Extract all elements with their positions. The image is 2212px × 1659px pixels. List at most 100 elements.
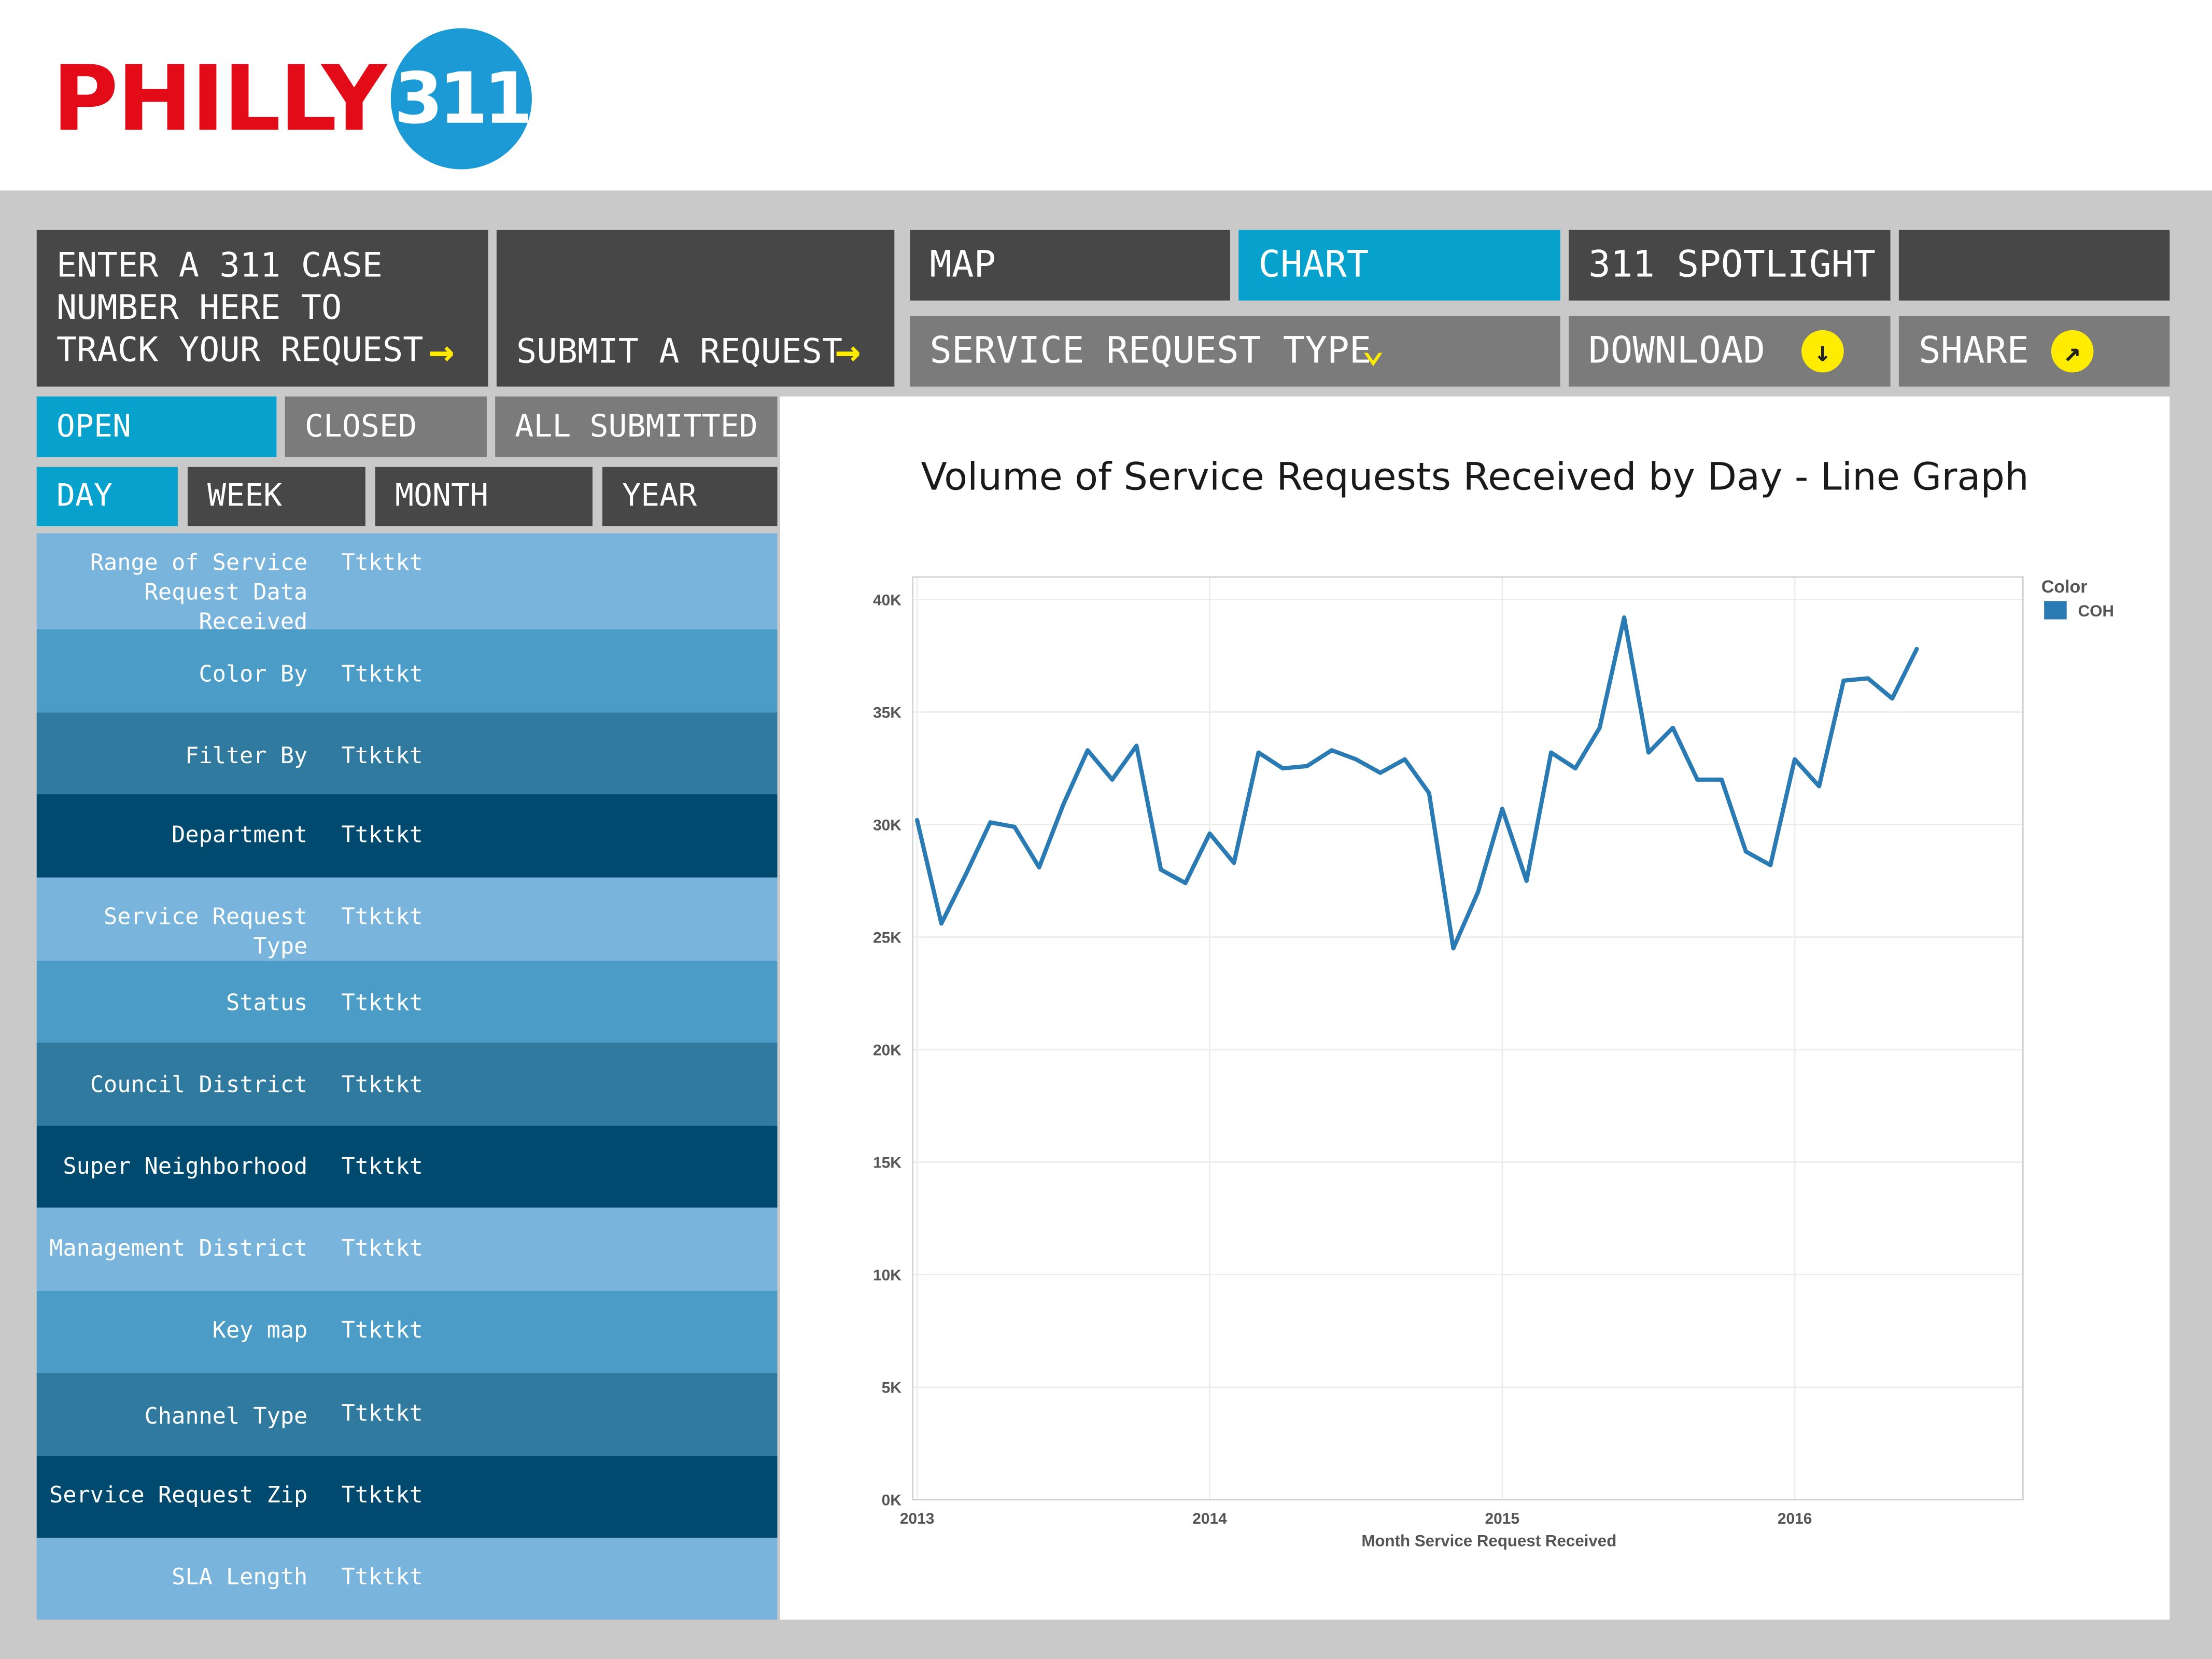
tab-closed-label: CLOSED bbox=[304, 409, 417, 445]
grid-layer bbox=[912, 577, 2023, 1501]
data-point[interactable] bbox=[1866, 676, 1870, 681]
data-point[interactable] bbox=[1403, 757, 1407, 762]
filter-row-range[interactable]: Range of Service Request Data Received T… bbox=[36, 533, 778, 635]
header: PHILLY 311 bbox=[0, 0, 2212, 191]
filter-value: Ttktkt bbox=[341, 821, 423, 848]
y-tick-label: 15K bbox=[873, 1155, 901, 1172]
tab-open[interactable]: OPEN bbox=[36, 396, 277, 457]
filter-row-management-district[interactable]: Management District Ttktkt bbox=[36, 1207, 778, 1291]
data-point[interactable] bbox=[1110, 777, 1115, 782]
filter-row-super-neighborhood[interactable]: Super Neighborhood Ttktkt bbox=[36, 1126, 778, 1208]
data-point[interactable] bbox=[1841, 678, 1846, 683]
filter-row-service-request-zip[interactable]: Service Request Zip Ttktkt bbox=[36, 1456, 778, 1538]
filter-row-filter-by[interactable]: Filter By Ttktkt bbox=[36, 712, 778, 795]
y-tick-label: 5K bbox=[882, 1380, 902, 1397]
y-tick-label: 25K bbox=[873, 929, 901, 946]
data-point[interactable] bbox=[1695, 777, 1700, 782]
data-point[interactable] bbox=[1573, 766, 1577, 770]
data-point[interactable] bbox=[1086, 748, 1090, 753]
data-point[interactable] bbox=[1768, 863, 1773, 867]
line-chart: 0K5K10K15K20K25K30K35K40K 2013 2014 2015 20… bbox=[873, 576, 2114, 1550]
y-tick-label: 0K bbox=[882, 1492, 902, 1509]
data-point[interactable] bbox=[1134, 743, 1139, 748]
data-point[interactable] bbox=[1330, 748, 1334, 753]
tab-map[interactable]: MAP bbox=[910, 230, 1230, 301]
filter-row-status[interactable]: Status Ttktkt bbox=[36, 961, 778, 1043]
data-point[interactable] bbox=[1159, 867, 1163, 872]
data-point[interactable] bbox=[1890, 696, 1894, 701]
data-point[interactable] bbox=[964, 872, 968, 876]
filter-label: Management District bbox=[49, 1234, 308, 1261]
filter-row-channel-type[interactable]: Channel Type Ttktkt bbox=[36, 1372, 778, 1456]
x-axis: 2013 2014 2015 2016 bbox=[900, 1510, 1812, 1527]
plot-frame bbox=[912, 576, 2024, 1501]
tab-month[interactable]: MONTH bbox=[375, 467, 593, 527]
data-point[interactable] bbox=[1622, 615, 1626, 620]
data-point[interactable] bbox=[1914, 647, 1919, 651]
data-point[interactable] bbox=[1720, 777, 1724, 782]
tab-all-submitted[interactable]: ALL SUBMITTED bbox=[495, 396, 778, 457]
data-point[interactable] bbox=[1597, 726, 1602, 730]
tab-day[interactable]: DAY bbox=[36, 467, 178, 527]
data-point[interactable] bbox=[1549, 750, 1553, 755]
filter-label: Service Request Type bbox=[104, 903, 308, 960]
service-request-type-dropdown[interactable]: SERVICE REQUEST TYPE ⌄ bbox=[910, 316, 1560, 387]
data-point[interactable] bbox=[1012, 825, 1017, 829]
tab-all-submitted-label: ALL SUBMITTED bbox=[515, 409, 758, 445]
filter-row-color-by[interactable]: Color By Ttktkt bbox=[36, 629, 778, 713]
data-point[interactable] bbox=[1256, 750, 1261, 755]
tab-year[interactable]: YEAR bbox=[602, 467, 778, 527]
data-point[interactable] bbox=[1476, 890, 1480, 894]
data-point[interactable] bbox=[1524, 879, 1529, 883]
tab-311-spotlight[interactable]: 311 SPOTLIGHT bbox=[1569, 230, 1891, 301]
data-point[interactable] bbox=[1305, 764, 1309, 768]
filter-row-service-request-type[interactable]: Service Request Type Ttktkt bbox=[36, 877, 778, 961]
track-line-3: TRACK YOUR REQUEST bbox=[56, 330, 424, 370]
data-point[interactable] bbox=[1793, 757, 1797, 762]
tab-open-label: OPEN bbox=[56, 409, 132, 445]
tab-closed[interactable]: CLOSED bbox=[285, 396, 487, 457]
track-line-1: ENTER A 311 CASE bbox=[56, 245, 383, 285]
data-point[interactable] bbox=[1427, 791, 1431, 795]
tab-day-label: DAY bbox=[56, 479, 113, 514]
chart-panel: Volume of Service Requests Received by D… bbox=[780, 396, 2170, 1620]
arrow-right-icon: → bbox=[835, 327, 861, 377]
data-point[interactable] bbox=[1037, 865, 1041, 869]
filter-row-department[interactable]: Department Ttktkt bbox=[36, 794, 778, 878]
filter-row-key-map[interactable]: Key map Ttktkt bbox=[36, 1290, 778, 1373]
filter-value: Ttktkt bbox=[341, 1152, 423, 1180]
data-point[interactable] bbox=[1744, 849, 1748, 854]
tab-week[interactable]: WEEK bbox=[187, 467, 365, 527]
data-point[interactable] bbox=[1232, 861, 1236, 865]
data-point[interactable] bbox=[1183, 881, 1188, 885]
data-point[interactable] bbox=[1646, 750, 1651, 755]
data-point[interactable] bbox=[1061, 802, 1066, 807]
download-button[interactable]: DOWNLOAD ↓ bbox=[1569, 316, 1891, 387]
submit-request-button[interactable]: SUBMIT A REQUEST → bbox=[496, 230, 895, 387]
data-point[interactable] bbox=[988, 820, 993, 824]
filter-value: Ttktkt bbox=[341, 1481, 423, 1509]
data-point[interactable] bbox=[1207, 832, 1212, 836]
filter-label: Range of Service Request Data Received bbox=[90, 549, 308, 635]
data-point[interactable] bbox=[1500, 807, 1504, 811]
data-point[interactable] bbox=[915, 818, 919, 822]
filter-row-council-district[interactable]: Council District Ttktkt bbox=[36, 1043, 778, 1126]
y-tick-label: 30K bbox=[873, 817, 901, 834]
data-point[interactable] bbox=[1671, 726, 1675, 730]
share-button[interactable]: SHARE ↗ bbox=[1898, 316, 2170, 387]
download-label: DOWNLOAD bbox=[1588, 330, 1765, 373]
data-point[interactable] bbox=[939, 921, 943, 926]
track-request-field[interactable]: ENTER A 311 CASE NUMBER HERE TO TRACK YO… bbox=[36, 230, 488, 387]
tab-chart[interactable]: CHART bbox=[1238, 230, 1560, 301]
filter-value: Ttktkt bbox=[341, 903, 423, 930]
filter-label: Filter By bbox=[185, 742, 308, 769]
data-point[interactable] bbox=[1451, 946, 1456, 951]
data-point[interactable] bbox=[1378, 770, 1383, 775]
data-point[interactable] bbox=[1280, 766, 1285, 770]
filter-label: Color By bbox=[199, 660, 308, 687]
data-point[interactable] bbox=[1354, 757, 1358, 762]
filter-row-sla-length[interactable]: SLA Length Ttktkt bbox=[36, 1538, 778, 1620]
x-tick-label: 2015 bbox=[1485, 1510, 1520, 1527]
data-point[interactable] bbox=[1817, 784, 1821, 789]
logo-311-badge: 311 bbox=[390, 28, 533, 170]
